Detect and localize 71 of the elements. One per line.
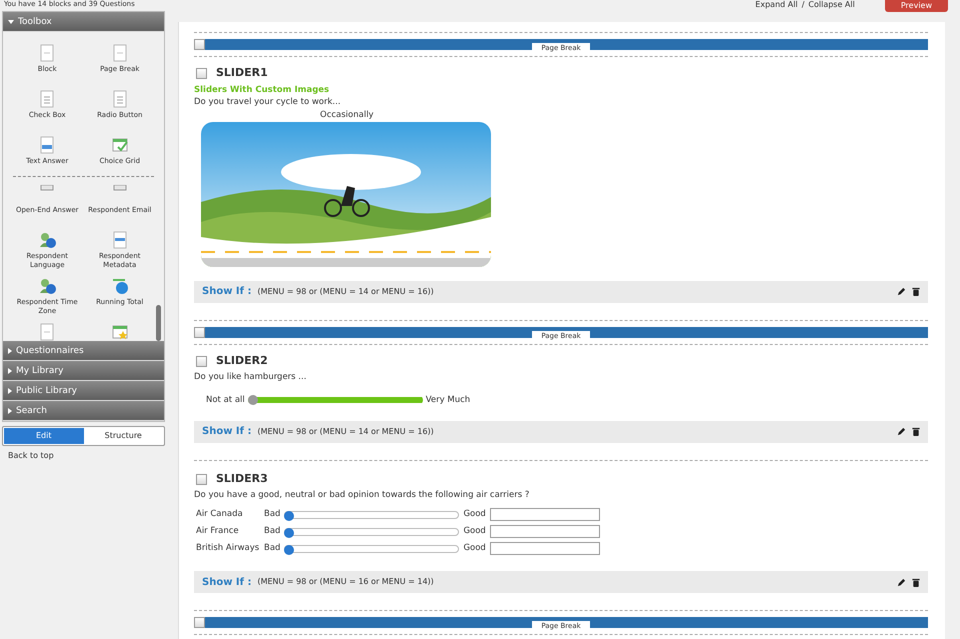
row-label: British Airways bbox=[196, 542, 260, 555]
separator: / bbox=[802, 0, 804, 10]
slider-min-label: Bad bbox=[264, 542, 280, 555]
condition-text: (MENU = 98 or (MENU = 16 or MENU = 14)) bbox=[257, 576, 435, 588]
show-if-label: Show If : bbox=[202, 576, 252, 590]
row-label: Air France bbox=[196, 525, 240, 538]
slider-thumb[interactable] bbox=[284, 544, 294, 554]
checkbox[interactable] bbox=[196, 474, 207, 484]
row-label: Air Canada bbox=[196, 508, 244, 521]
preview-button[interactable]: Preview bbox=[884, 0, 948, 12]
show-if-label: Show If : bbox=[202, 425, 252, 440]
text-document-icon[interactable] bbox=[38, 136, 56, 154]
slider-track[interactable] bbox=[284, 544, 460, 552]
user-globe-icon[interactable] bbox=[38, 231, 56, 249]
slider-max-label: Good bbox=[463, 542, 486, 555]
trash-icon[interactable] bbox=[912, 287, 920, 296]
pencil-icon[interactable] bbox=[897, 578, 906, 586]
trash-icon[interactable] bbox=[912, 578, 920, 586]
panel-header[interactable]: Search bbox=[3, 401, 164, 421]
pencil-icon[interactable] bbox=[897, 287, 906, 296]
view-toggle-button[interactable]: Edit bbox=[4, 428, 84, 444]
back-to-top-link[interactable]: Back to top bbox=[0, 450, 167, 462]
slider-max-label: Good bbox=[463, 508, 486, 521]
document-icon[interactable] bbox=[38, 44, 56, 62]
question-title: SLIDER3 bbox=[216, 470, 268, 487]
slider-track[interactable] bbox=[284, 528, 460, 536]
collapse-all-link[interactable]: Collapse All bbox=[808, 0, 855, 10]
value-input-field[interactable] bbox=[490, 542, 600, 555]
slider-min-label: Bad bbox=[264, 525, 280, 538]
value-input-field[interactable] bbox=[490, 508, 600, 521]
panel-header[interactable]: My Library bbox=[3, 361, 164, 381]
slider-max-label: Very Much bbox=[426, 394, 470, 407]
user-clock-icon[interactable] bbox=[38, 277, 56, 295]
slider-thumb[interactable] bbox=[248, 395, 258, 406]
panel-header[interactable]: Public Library bbox=[3, 381, 164, 401]
condition-text: (MENU = 98 or (MENU = 14 or MENU = 16)) bbox=[257, 426, 435, 438]
document-icon[interactable] bbox=[110, 44, 129, 62]
slider-min-label: Bad bbox=[264, 508, 280, 521]
slider-thumb[interactable] bbox=[284, 528, 294, 538]
value-input-field[interactable] bbox=[490, 525, 600, 538]
panel-header[interactable]: Questionnaires bbox=[3, 341, 164, 361]
slider-max-label: Good bbox=[463, 525, 486, 538]
checkbox[interactable] bbox=[196, 68, 207, 79]
question-text: Do you have a good, neutral or bad opinion towards the following air carriers ? bbox=[194, 489, 530, 502]
checkbox[interactable] bbox=[196, 356, 207, 366]
checkbox[interactable] bbox=[194, 617, 205, 628]
slider-thumb[interactable] bbox=[284, 510, 294, 520]
question-title: SLIDER1 bbox=[216, 65, 268, 81]
question-text: Do you travel your cycle to work... bbox=[194, 96, 342, 109]
question-title: SLIDER2 bbox=[216, 352, 268, 369]
pencil-icon[interactable] bbox=[897, 427, 906, 436]
trash-icon[interactable] bbox=[912, 427, 920, 436]
meta-document-icon[interactable] bbox=[110, 231, 129, 249]
list-document-icon[interactable] bbox=[110, 90, 129, 108]
slider-track[interactable] bbox=[248, 395, 423, 406]
question-subtitle: Sliders With Custom Images bbox=[194, 84, 330, 96]
condition-text: (MENU = 98 or (MENU = 14 or MENU = 16)) bbox=[257, 286, 435, 298]
show-if-label: Show If : bbox=[202, 285, 252, 300]
document-icon[interactable] bbox=[38, 323, 56, 341]
question-text: Do you like hamburgers ... bbox=[194, 371, 308, 384]
slider-value-label: Occasionally bbox=[320, 110, 374, 120]
slider-min-label: Not at all bbox=[206, 394, 245, 407]
slider-track[interactable] bbox=[284, 510, 460, 518]
expand-all-link[interactable]: Expand All bbox=[755, 0, 798, 10]
checkbox[interactable] bbox=[194, 39, 205, 50]
panel-header[interactable]: Toolbox bbox=[3, 12, 164, 32]
grid-check-icon[interactable] bbox=[110, 136, 129, 154]
scrollbar-thumb[interactable] bbox=[156, 305, 161, 341]
list-document-icon[interactable] bbox=[38, 90, 56, 108]
pie-chart-icon[interactable] bbox=[110, 277, 129, 295]
checkbox[interactable] bbox=[194, 326, 205, 338]
